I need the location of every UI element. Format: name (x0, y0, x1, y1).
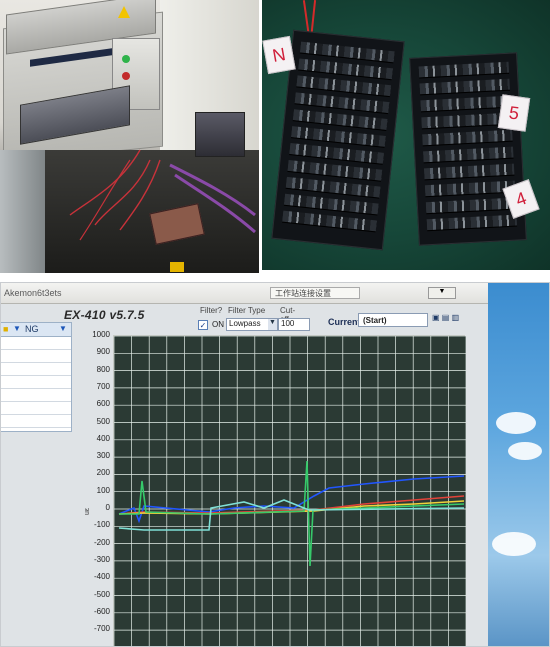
y-tick-label: -100 (93, 520, 110, 530)
y-tick-label: 900 (96, 347, 110, 357)
y-tick-label: -600 (93, 606, 110, 616)
y-tick-label: -300 (93, 554, 110, 564)
y-tick-label: 300 (96, 451, 110, 461)
y-axis: 1000 900 800 700 600 500 400 300 200 100 0 -100 -200… (74, 330, 112, 647)
toolbar-icons[interactable]: ▣ ▤ ▥ (432, 313, 472, 327)
sort-down-icon[interactable]: ▼ (13, 324, 21, 333)
y-tick-label: 1000 (92, 330, 110, 339)
y-tick-label: 0 (105, 503, 110, 512)
pcb-board (422, 129, 513, 147)
topbar-dropdown[interactable]: ▼ (428, 287, 456, 299)
filter-label: Filter? (200, 306, 223, 315)
ng-row[interactable] (1, 350, 71, 363)
strain-software-screen-photo: Akemon6t3ets 工作站连接设置 ▼ ■ ▼ NG ▼ EX-410 v… (0, 282, 550, 647)
photo-collage: N 5 4 Akemon6t3ets 工作站连接设置 ▼ ■ ▼ NG ▼ EX… (0, 0, 550, 647)
ng-row[interactable] (1, 389, 71, 402)
ng-panel: ■ ▼ NG ▼ (0, 322, 72, 432)
strip-label-5: 5 (497, 94, 531, 132)
cutoff-input[interactable]: 100 (278, 318, 310, 331)
topbar-tab[interactable]: 工作站连接设置 (270, 287, 360, 299)
cloud (492, 532, 536, 556)
y-tick-label: 500 (96, 416, 110, 426)
machine-photo (0, 0, 259, 273)
y-tick-label: 800 (96, 364, 110, 374)
ng-row[interactable] (1, 402, 71, 415)
ng-header: ■ ▼ NG ▼ (1, 323, 71, 337)
y-tick-label: -400 (93, 572, 110, 582)
current-field[interactable]: (Start) (358, 313, 428, 327)
y-tick-label: -700 (93, 624, 110, 634)
sort-down-icon[interactable]: ▼ (59, 324, 67, 333)
pcb-board (423, 163, 515, 181)
filter-type-label: Filter Type (228, 306, 266, 315)
pcb-board (425, 197, 517, 215)
ng-row[interactable] (1, 337, 71, 350)
y-axis-unit: uε (84, 507, 92, 516)
y-tick-label: 200 (96, 468, 110, 478)
topbar-title: Akemon6t3ets (4, 288, 62, 298)
wires-graphic (69, 149, 256, 241)
pcb-board (419, 78, 511, 96)
pcb-board (418, 61, 510, 79)
y-tick-label: -200 (93, 537, 110, 547)
y-tick-label: 700 (96, 381, 110, 391)
ng-row[interactable] (1, 363, 71, 376)
strain-plot-svg (114, 336, 466, 647)
chevron-down-icon[interactable]: ▼ (268, 319, 277, 330)
ng-row[interactable] (1, 376, 71, 389)
pcb-board (423, 146, 514, 164)
y-tick-label: -500 (93, 589, 110, 599)
strip-label-n: N (262, 35, 296, 75)
ng-row[interactable] (1, 415, 71, 428)
pcb-board (420, 95, 511, 113)
desktop-wallpaper-edge (488, 282, 550, 647)
y-tick-label: 100 (96, 485, 110, 495)
marker-icon: ■ (3, 324, 9, 334)
pcb-board (426, 214, 518, 232)
y-tick-label: 400 (96, 433, 110, 443)
window-topbar: Akemon6t3ets 工作站连接设置 ▼ (0, 282, 490, 304)
filter-checkbox[interactable]: ✓ (198, 320, 208, 330)
filter-on-label: ON (212, 320, 224, 329)
strain-plot (113, 335, 466, 647)
pcb-strip-right (409, 52, 527, 246)
y-tick-label: 600 (96, 399, 110, 409)
ng-label: NG (25, 324, 39, 334)
app-title: EX-410 v5.7.5 (64, 308, 145, 322)
cloud (508, 442, 542, 460)
pcb-strips-photo: N 5 4 (262, 0, 550, 270)
cloud (496, 412, 536, 434)
